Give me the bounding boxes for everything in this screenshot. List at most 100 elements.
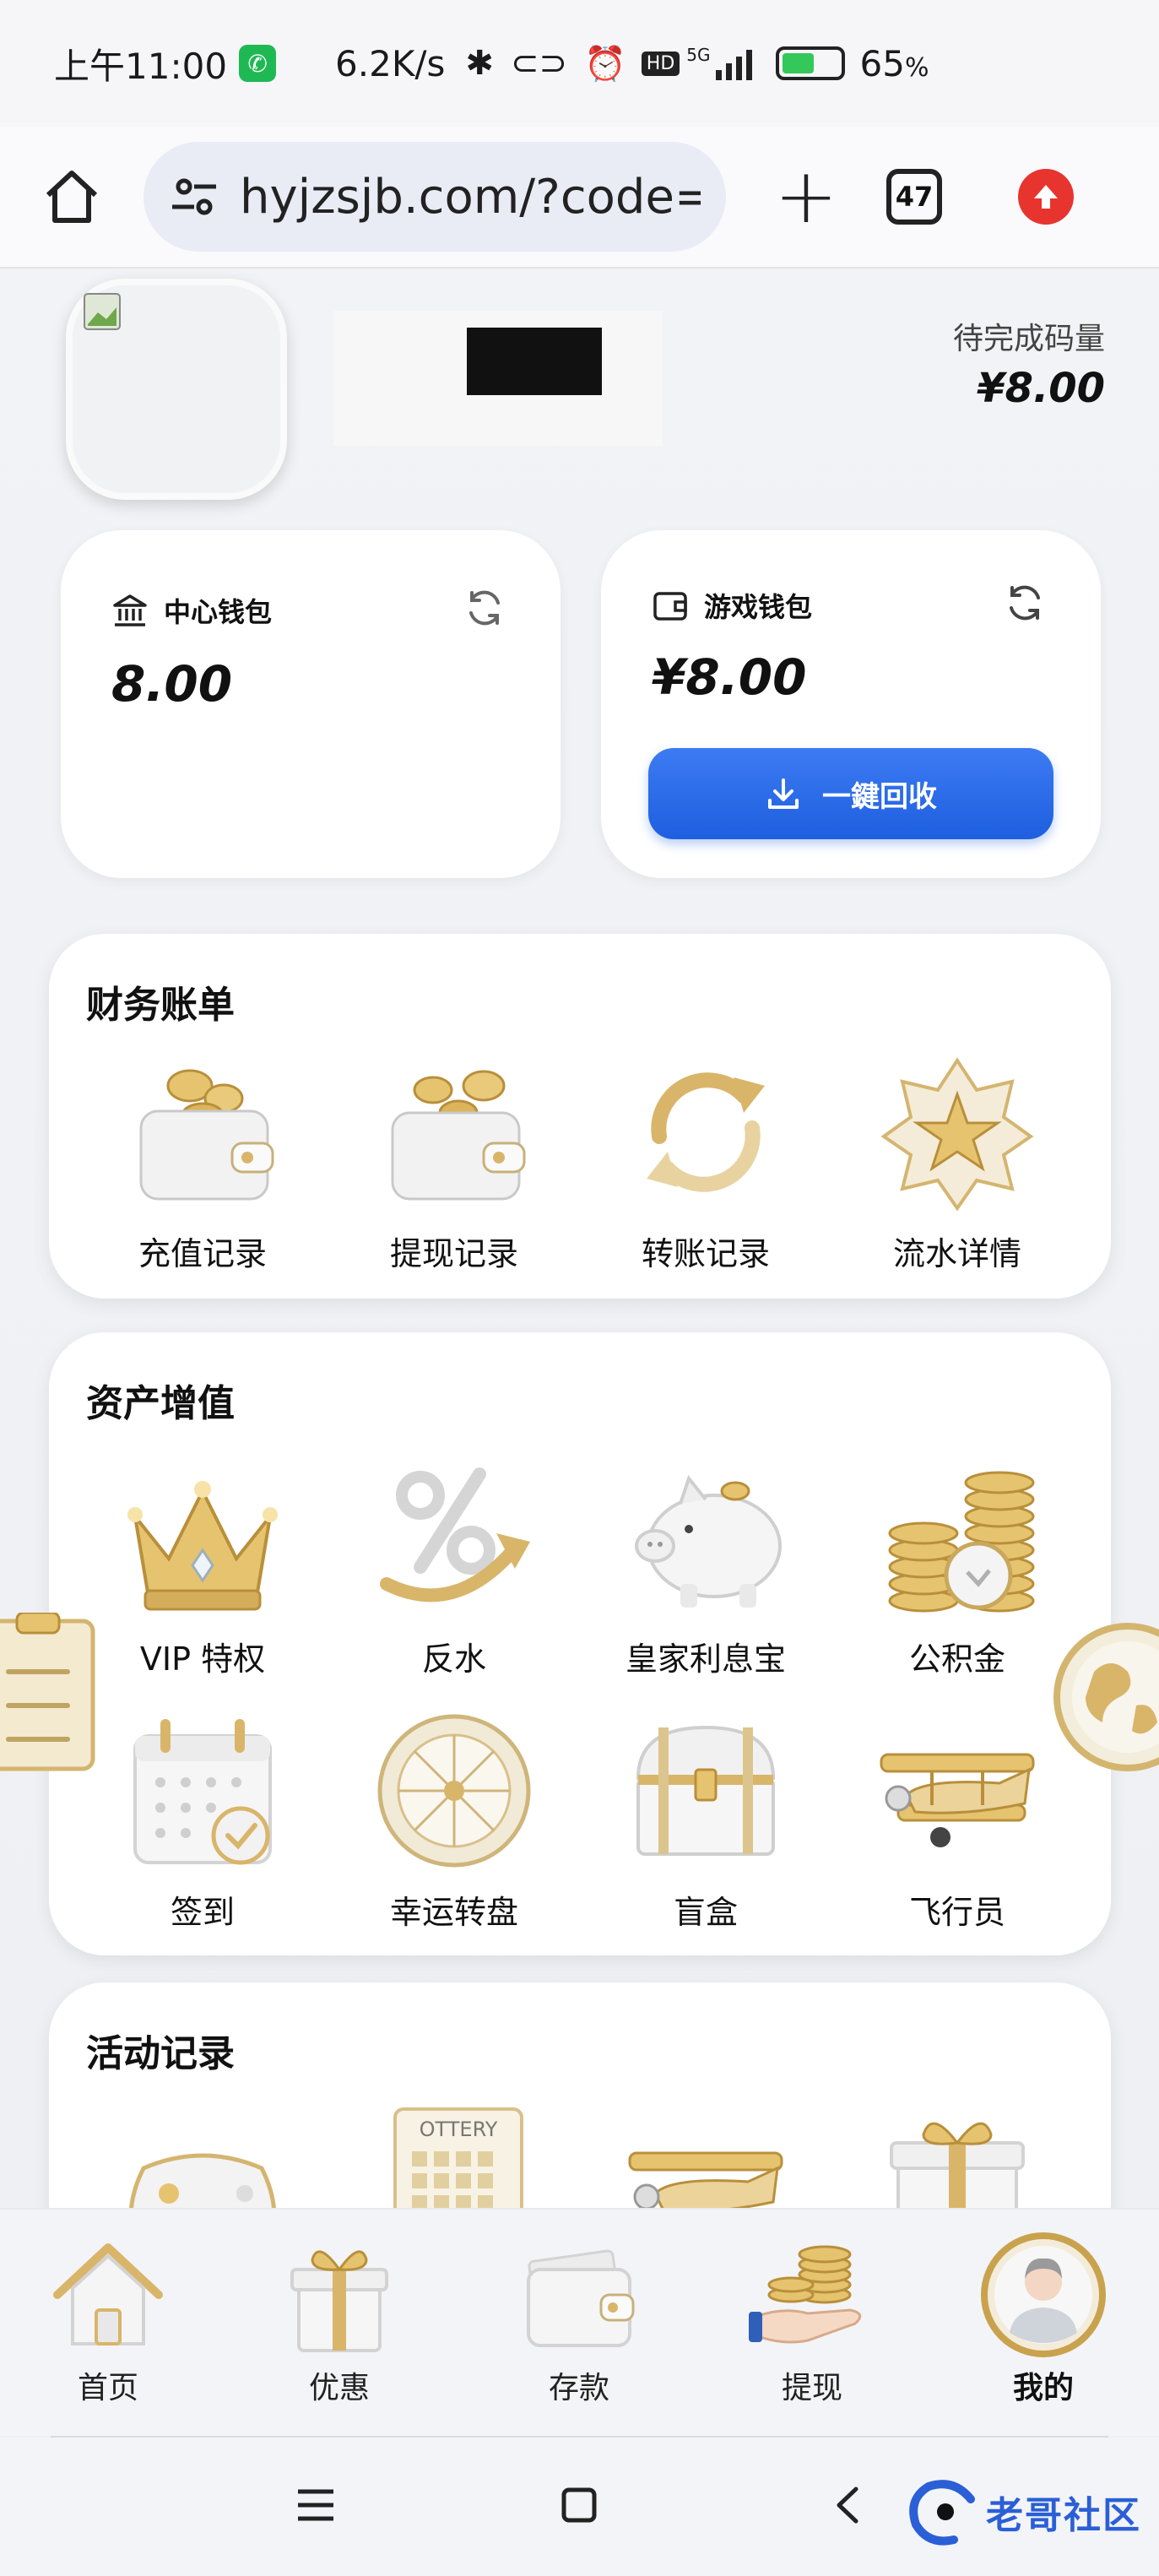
floating-clipboard-button[interactable]	[0, 1611, 101, 1773]
browser-toolbar: hyjzsjb.com/?code=Z + 47	[0, 127, 1159, 268]
menu-button[interactable]	[282, 2471, 349, 2539]
item-label: 盲盒	[673, 1894, 738, 1931]
back-button[interactable]	[814, 2471, 881, 2539]
turnover-details-item[interactable]: 流水详情	[848, 1044, 1067, 1274]
alarm-icon: ⏰	[583, 44, 626, 84]
pending-turnover-label: 待完成码量	[952, 322, 1105, 356]
new-tab-button[interactable]: +	[768, 159, 844, 235]
activity-item-pilot[interactable]	[596, 2101, 815, 2208]
item-label: 充值记录	[138, 1235, 267, 1272]
tab-switcher-button[interactable]: 47	[886, 169, 942, 225]
one-click-recall-button[interactable]: 一鍵回收	[648, 748, 1053, 839]
item-label: 签到	[170, 1894, 235, 1931]
transfer-records-item[interactable]: 转账记录	[596, 1044, 815, 1274]
game-wallet-card: 游戏钱包 ¥8.00 一鍵回收	[601, 530, 1101, 878]
game-wallet-title: 游戏钱包	[704, 591, 813, 623]
rebate-item[interactable]: 反水	[344, 1449, 564, 1679]
item-label: 皇家利息宝	[625, 1641, 786, 1678]
page-content: 待完成码量 ¥8.00 中心钱包 8.00 游戏钱包 ¥8.00 一鍵回收 财务…	[0, 270, 1159, 2208]
assets-card: 资产增值 VIP 特权 反水 皇家利息宝 公积金 签到 幸运转盘 盲盒 飞行员	[49, 1332, 1111, 1955]
nav-home[interactable]: 首页	[24, 2232, 192, 2407]
provident-fund-item[interactable]: 公积金	[848, 1449, 1067, 1679]
menu-icon	[298, 2489, 333, 2521]
user-avatar-icon	[980, 2232, 1107, 2358]
percent-arrow-icon	[366, 1449, 543, 1626]
bottom-nav: 首页 优惠 存款 提现 我的	[0, 2208, 1159, 2438]
airplane-icon	[869, 1702, 1046, 1879]
watermark-logo: 老哥社区	[903, 2465, 1148, 2558]
nav-promotions[interactable]: 优惠	[255, 2232, 424, 2407]
vip-privilege-item[interactable]: VIP 特权	[93, 1449, 312, 1679]
nav-label: 存款	[548, 2371, 609, 2405]
center-wallet-amount: 8.00	[111, 655, 233, 713]
calendar-check-icon	[114, 1702, 291, 1879]
blind-box-item[interactable]: 盲盒	[596, 1702, 815, 1933]
nav-label: 我的	[1012, 2371, 1074, 2405]
nav-mine[interactable]: 我的	[959, 2232, 1128, 2407]
lucky-wheel-item[interactable]: 幸运转盘	[344, 1702, 564, 1933]
transfer-cycle-icon	[617, 1044, 794, 1221]
site-settings-icon[interactable]	[169, 171, 219, 222]
phone-app-icon: ✆	[239, 45, 277, 82]
finance-title: 财务账单	[86, 984, 235, 1027]
download-icon	[768, 778, 799, 809]
center-wallet-title: 中心钱包	[164, 596, 273, 628]
bank-icon	[113, 594, 147, 626]
coin-stack-icon	[869, 1449, 1046, 1626]
floating-globe-button[interactable]	[1052, 1621, 1159, 1773]
watermark-text: 老哥社区	[986, 2494, 1141, 2537]
network-type: 5G	[686, 45, 711, 65]
royal-interest-item[interactable]: 皇家利息宝	[596, 1449, 815, 1679]
gamepad-icon	[114, 2109, 291, 2208]
globe-icon	[1053, 1623, 1159, 1771]
assets-title: 资产增值	[86, 1382, 235, 1425]
refresh-icon[interactable]	[463, 586, 506, 630]
refresh-icon[interactable]	[1003, 581, 1047, 625]
net-speed: 6.2K/s	[335, 42, 446, 84]
airplane-icon	[617, 2101, 794, 2208]
clipboard-icon	[0, 1611, 95, 1771]
battery-level: 65%	[859, 42, 929, 84]
avatar[interactable]	[66, 279, 287, 500]
nav-label: 首页	[77, 2371, 138, 2405]
recall-button-label: 一鍵回收	[822, 779, 937, 814]
item-label: 提现记录	[389, 1235, 518, 1272]
lottery-text: OTTERY	[420, 2118, 498, 2141]
item-label: 转账记录	[641, 1235, 770, 1272]
deposit-records-item[interactable]: 充值记录	[93, 1044, 312, 1274]
pending-turnover-value: ¥8.00	[977, 365, 1105, 412]
hand-coins-icon	[749, 2232, 875, 2358]
item-label: 飞行员	[908, 1894, 1005, 1931]
item-label: 公积金	[908, 1641, 1005, 1678]
pilot-item[interactable]: 飞行员	[848, 1702, 1067, 1933]
wallet-coins-icon	[366, 1044, 543, 1221]
address-bar[interactable]: hyjzsjb.com/?code=Z	[144, 142, 726, 252]
lottery-ticket-icon: OTTERY	[366, 2092, 543, 2208]
url-text: hyjzsjb.com/?code=Z	[240, 169, 701, 225]
check-in-item[interactable]: 签到	[93, 1702, 312, 1933]
activity-title: 活动记录	[86, 2032, 235, 2075]
activity-item-lottery[interactable]: OTTERY	[344, 2092, 564, 2208]
nav-deposit[interactable]: 存款	[495, 2232, 663, 2407]
home-icon	[46, 171, 98, 223]
center-wallet-card: 中心钱包 8.00	[61, 530, 561, 878]
update-button[interactable]	[1018, 169, 1074, 225]
back-icon	[837, 2487, 858, 2524]
home-system-button[interactable]	[545, 2471, 613, 2539]
nav-withdraw[interactable]: 提现	[728, 2232, 896, 2407]
bluetooth-icon: ✱	[465, 44, 494, 83]
activity-item-game[interactable]	[93, 2109, 312, 2208]
game-wallet-amount: ¥8.00	[652, 648, 807, 706]
nav-label: 提现	[781, 2371, 842, 2405]
square-home-icon	[561, 2487, 597, 2523]
gift-icon	[276, 2232, 403, 2358]
finance-card: 财务账单 充值记录 提现记录 转账记录 流水详情	[49, 934, 1111, 1299]
withdraw-records-item[interactable]: 提现记录	[344, 1044, 564, 1274]
browser-home-button[interactable]	[34, 159, 110, 235]
battery-icon	[775, 46, 845, 80]
status-bar: 上午11:00 ✆ 6.2K/s ✱ ⊂⊃ ⏰ HD 5G 65%	[0, 0, 1159, 127]
activity-item-gift[interactable]	[848, 2092, 1067, 2208]
item-label: 流水详情	[892, 1235, 1021, 1272]
crown-icon	[114, 1449, 291, 1626]
item-label: VIP 特权	[139, 1641, 266, 1678]
